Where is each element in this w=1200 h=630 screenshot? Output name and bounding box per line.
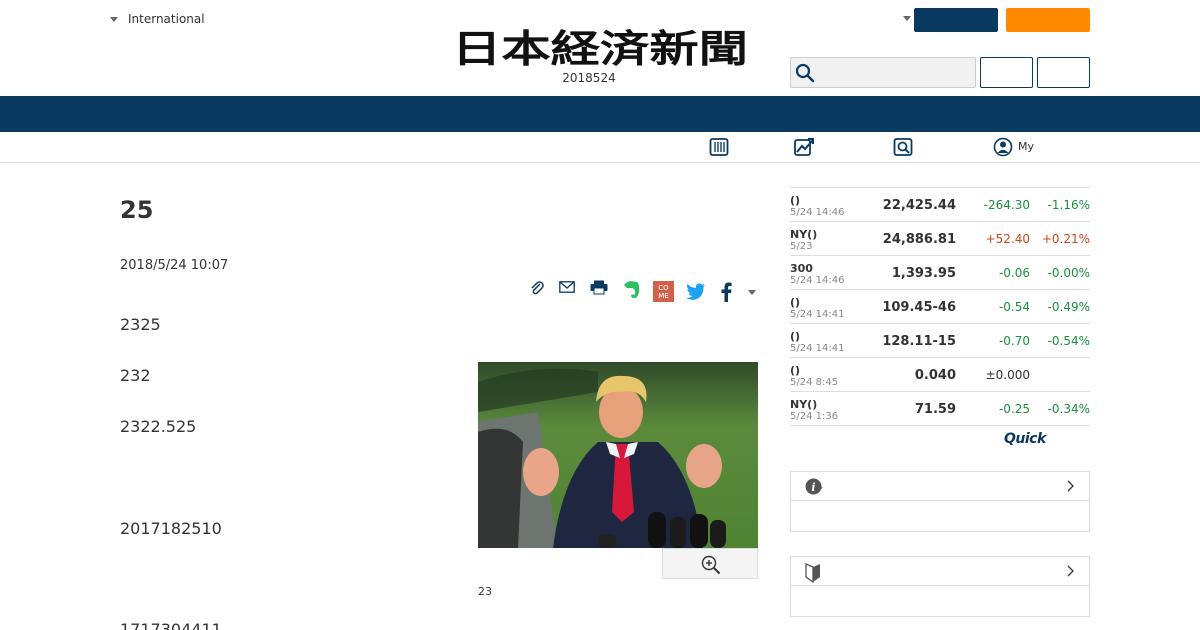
- market-name: NY(): [790, 228, 818, 241]
- market-change: -0.25: [998, 402, 1030, 416]
- more-share-caret-icon[interactable]: [748, 290, 756, 295]
- market-time: 5/24 14:41: [790, 343, 845, 354]
- info-panel-header[interactable]: i: [791, 472, 1089, 501]
- market-percent: -1.16%: [1047, 198, 1090, 212]
- market-value: 109.45-46: [882, 300, 956, 315]
- market-percent: -0.00%: [1047, 266, 1090, 280]
- market-value: 22,425.44: [882, 198, 956, 213]
- market-change: ±0.000: [985, 368, 1030, 382]
- article-paragraph: 2325: [120, 315, 161, 334]
- market-change: -0.06: [998, 266, 1030, 280]
- market-time: 5/24 14:46: [790, 207, 845, 218]
- sub-nav: My: [0, 132, 1200, 163]
- evernote-icon[interactable]: [623, 280, 641, 300]
- market-change: -264.30: [983, 198, 1030, 212]
- market-row[interactable]: () 5/24 14:46 22,425.44 -264.30 -1.16%: [790, 188, 1090, 222]
- market-name: 300: [790, 262, 813, 275]
- search-screen-icon[interactable]: [893, 136, 913, 158]
- market-name: (): [790, 330, 801, 343]
- photo-image: [478, 362, 758, 548]
- info-icon: i: [805, 478, 823, 495]
- photo-zoom-button[interactable]: [662, 548, 758, 579]
- region-selector[interactable]: International: [110, 12, 205, 26]
- main-nav-bar: [0, 96, 1200, 132]
- beginner-panel-header[interactable]: [791, 557, 1089, 586]
- market-percent: -0.34%: [1047, 402, 1090, 416]
- zoom-in-icon: [701, 555, 721, 575]
- quick-logo[interactable]: Quick: [1004, 431, 1046, 447]
- market-table: () 5/24 14:46 22,425.44 -264.30 -1.16% N…: [790, 187, 1090, 426]
- market-row[interactable]: 300 5/24 14:46 1,393.95 -0.06 -0.00%: [790, 256, 1090, 290]
- market-row[interactable]: () 5/24 8:45 0.040 ±0.000: [790, 358, 1090, 392]
- market-change: -0.70: [998, 334, 1030, 348]
- market-value: 71.59: [914, 402, 956, 417]
- comemo-icon[interactable]: CO ME: [653, 281, 674, 302]
- market-percent: -0.49%: [1047, 300, 1090, 314]
- market-row[interactable]: () 5/24 14:41 109.45-46 -0.54 -0.49%: [790, 290, 1090, 324]
- nikkei-logo[interactable]: 日本経済新聞: [452, 28, 750, 70]
- my-page-label[interactable]: My: [1018, 140, 1034, 153]
- market-value: 24,886.81: [882, 232, 956, 247]
- info-panel: i: [790, 471, 1090, 532]
- market-row[interactable]: NY() 5/23 24,886.81 +52.40 +0.21%: [790, 222, 1090, 256]
- article-title: 25: [120, 196, 154, 224]
- market-name: (): [790, 194, 801, 207]
- market-name: NY(): [790, 398, 818, 411]
- chevron-right-icon: [1067, 480, 1074, 492]
- newspaper-icon[interactable]: [709, 136, 729, 158]
- market-value: 0.040: [914, 368, 956, 383]
- site-header: International 日本経済新聞 2018524: [0, 0, 1200, 96]
- article-date: 2018/5/24 10:07: [120, 258, 229, 273]
- user-account-icon[interactable]: [993, 136, 1013, 158]
- article-paragraph: 2017182510: [120, 519, 222, 538]
- caret-down-icon[interactable]: [903, 16, 911, 21]
- print-icon[interactable]: [590, 280, 608, 295]
- market-row[interactable]: () 5/24 14:41 128.11-15 -0.70 -0.54%: [790, 324, 1090, 358]
- beginner-panel: [790, 556, 1090, 617]
- logo-text: 日本経済新聞: [452, 28, 748, 70]
- beginner-mark-icon: [805, 563, 820, 583]
- article-photo[interactable]: [478, 362, 758, 548]
- market-name: (): [790, 296, 801, 309]
- market-time: 5/24 8:45: [790, 377, 839, 388]
- market-percent: -0.54%: [1047, 334, 1090, 348]
- facebook-icon[interactable]: [720, 282, 732, 302]
- svg-text:CO: CO: [658, 284, 669, 292]
- region-label: International: [128, 12, 205, 26]
- market-time: 5/24 1:36: [790, 411, 839, 422]
- article-paragraph: 1717304411: [120, 620, 222, 630]
- subscribe-button[interactable]: [1006, 8, 1090, 32]
- mail-icon[interactable]: [559, 281, 575, 293]
- chart-trend-icon[interactable]: [793, 136, 815, 158]
- article-paragraph: 232: [120, 366, 151, 385]
- market-row[interactable]: NY() 5/24 1:36 71.59 -0.25 -0.34%: [790, 392, 1090, 426]
- svg-text:ME: ME: [658, 292, 668, 300]
- search-icon[interactable]: [795, 63, 815, 83]
- chevron-right-icon: [1067, 565, 1074, 577]
- market-change: -0.54: [998, 300, 1030, 314]
- market-percent: +0.21%: [1041, 232, 1090, 246]
- search-box: [790, 57, 976, 88]
- svg-text:i: i: [811, 481, 815, 494]
- market-time: 5/24 14:41: [790, 309, 845, 320]
- caret-down-icon: [110, 16, 118, 22]
- market-time: 5/23: [790, 241, 813, 252]
- header-outline-button-1[interactable]: [980, 57, 1033, 88]
- search-input[interactable]: [817, 60, 972, 85]
- photo-caption: 23: [478, 585, 492, 598]
- market-change: +52.40: [985, 232, 1030, 246]
- market-name: (): [790, 364, 801, 377]
- edition-date: 2018524: [562, 71, 616, 85]
- twitter-icon[interactable]: [686, 283, 706, 300]
- clip-icon[interactable]: [529, 280, 545, 296]
- market-value: 128.11-15: [882, 334, 956, 349]
- market-time: 5/24 14:46: [790, 275, 845, 286]
- header-outline-button-2[interactable]: [1037, 57, 1090, 88]
- login-button[interactable]: [914, 8, 998, 32]
- article-paragraph: 2322.525: [120, 417, 197, 436]
- market-value: 1,393.95: [891, 266, 956, 281]
